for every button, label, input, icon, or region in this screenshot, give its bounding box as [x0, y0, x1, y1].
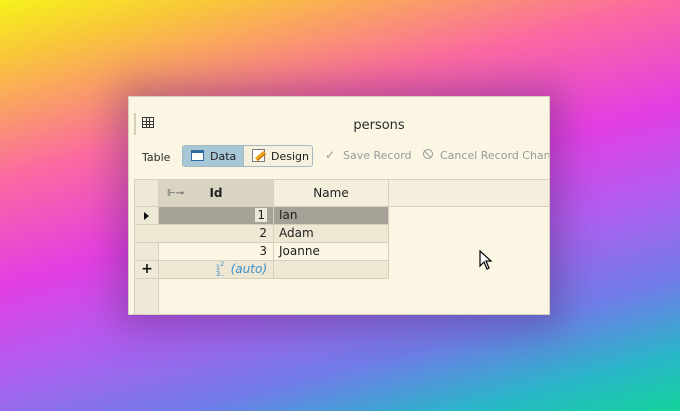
- cancel-record-label: Cancel Record Change: [440, 149, 550, 162]
- current-row-arrow-icon: [144, 212, 149, 220]
- title-bar[interactable]: persons: [129, 97, 549, 135]
- corner-header[interactable]: [135, 180, 159, 207]
- table-row[interactable]: 2 Adam: [135, 225, 389, 243]
- cell-name[interactable]: Adam: [274, 225, 389, 243]
- numeric-type-icon: 12 3..: [215, 261, 225, 278]
- toolbar: Table Data Design ✓ Save Record Cancel R…: [129, 143, 549, 169]
- cell-name[interactable]: Joanne: [274, 243, 389, 261]
- new-row-header[interactable]: +: [135, 261, 159, 279]
- cell-id[interactable]: 3: [159, 243, 274, 261]
- plus-icon: +: [141, 261, 153, 277]
- tab-divider: [134, 113, 136, 135]
- column-header-empty: [389, 180, 549, 207]
- column-header-name[interactable]: Name: [274, 180, 389, 207]
- mouse-pointer-icon: [479, 250, 493, 270]
- column-header-id-label: Id: [209, 186, 223, 200]
- column-header-name-label: Name: [313, 186, 349, 200]
- cell-id[interactable]: 1: [159, 207, 274, 225]
- new-row-name-cell[interactable]: [274, 261, 389, 279]
- auto-placeholder: (auto): [230, 262, 267, 276]
- data-view-button[interactable]: Data: [183, 146, 243, 166]
- table-label: Table: [142, 151, 171, 164]
- save-record-label: Save Record: [343, 149, 412, 162]
- row-header[interactable]: [135, 225, 159, 243]
- design-view-icon: [252, 149, 265, 162]
- cancel-icon: [423, 149, 433, 159]
- new-row-id-cell[interactable]: 12 3.. (auto): [159, 261, 274, 279]
- cell-id[interactable]: 2: [159, 225, 274, 243]
- table-window: persons Table Data Design ✓ Save Record …: [128, 96, 550, 315]
- column-header-id[interactable]: ⊩⊸ Id: [159, 180, 274, 207]
- data-view-label: Data: [210, 150, 237, 163]
- check-icon: ✓: [325, 148, 336, 162]
- cell-name[interactable]: Ian: [274, 207, 389, 225]
- view-toggle: Data Design: [182, 145, 313, 167]
- table-icon: [142, 117, 154, 128]
- design-view-button[interactable]: Design: [243, 146, 312, 166]
- table-row[interactable]: 3 Joanne: [135, 243, 389, 261]
- row-header[interactable]: [135, 243, 159, 261]
- primary-key-icon: ⊩⊸: [167, 188, 185, 199]
- window-title: persons: [353, 118, 405, 133]
- table-row[interactable]: 1 Ian: [135, 207, 389, 225]
- new-row[interactable]: + 12 3.. (auto): [135, 261, 389, 279]
- design-view-label: Design: [271, 150, 309, 163]
- row-header[interactable]: [135, 207, 159, 225]
- data-grid[interactable]: ⊩⊸ Id Name 1 Ian 2 Adam 3 Joanne + 12 3..…: [134, 179, 549, 314]
- data-view-icon: [191, 150, 204, 161]
